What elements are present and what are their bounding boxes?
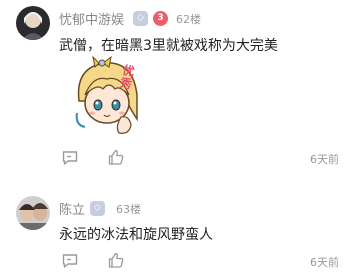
comment-icon[interactable] [61, 252, 79, 270]
level-badge: 3 [153, 11, 168, 26]
thumbs-up-icon[interactable] [107, 251, 125, 269]
username[interactable]: 忧郁中游娱 [59, 9, 124, 28]
comment-item [0, 0, 352, 186]
comment-text: 永远的冰法和旋风野蛮人 [59, 227, 213, 243]
thumbs-up-icon[interactable] [107, 148, 125, 166]
comment-text: 武僧，在暗黑3里就被戏称为大完美 [59, 38, 278, 54]
user-badge-icon: ◇ [133, 11, 148, 26]
avatar[interactable] [16, 196, 50, 230]
floor-number: 63楼 [116, 203, 141, 216]
avatar[interactable] [16, 6, 50, 40]
user-badge-icon: ◇ [90, 201, 105, 216]
timestamp: 6天前 [310, 256, 339, 269]
timestamp: 6天前 [310, 153, 339, 166]
comment-icon[interactable] [61, 149, 79, 167]
floor-number: 62楼 [176, 13, 201, 26]
sticker-image: 优秀 [71, 55, 145, 137]
username[interactable]: 陈立 [59, 199, 85, 218]
